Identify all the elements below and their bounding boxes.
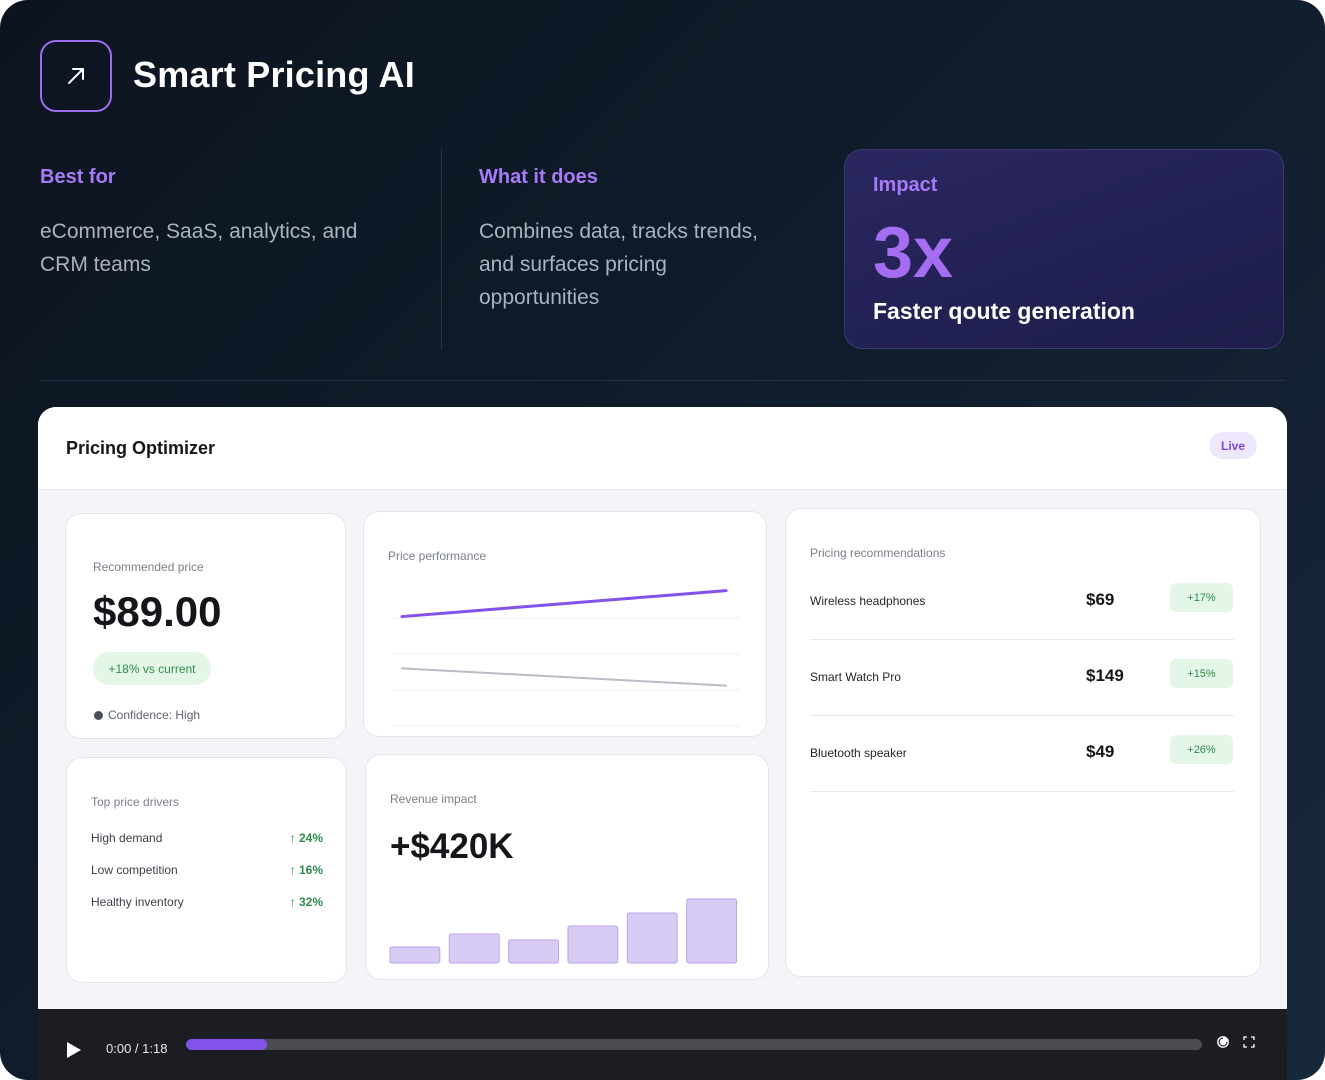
what-it-does-line: and surfaces pricing	[479, 253, 667, 276]
best-for-line: CRM teams	[40, 253, 151, 276]
recommended-price-card: Recommended price $89.00 +18% vs current…	[65, 513, 346, 739]
best-for-section: Best for eCommerce, SaaS, analytics, and…	[40, 166, 410, 281]
app-logo	[40, 40, 112, 112]
driver-name: Low competition	[91, 863, 178, 877]
driver-row: High demand ↑ 24%	[91, 831, 323, 845]
driver-row: Low competition ↑ 16%	[91, 863, 323, 877]
product-name: Bluetooth speaker	[810, 746, 907, 760]
revenue-bar	[389, 946, 441, 964]
price-performance-card: Price performance	[363, 511, 767, 737]
driver-name: Healthy inventory	[91, 895, 184, 909]
confidence-indicator: Confidence: High	[94, 708, 200, 722]
driver-percent: 32%	[298, 895, 323, 909]
arrow-up-icon: ↑	[289, 863, 299, 877]
price-series-line	[401, 667, 727, 687]
what-it-does-section: What it does Combines data, tracks trend…	[479, 166, 809, 314]
price-performance-chart	[392, 589, 740, 727]
confidence-text: Confidence: High	[108, 708, 201, 722]
revenue-impact-card: Revenue impact +$420K	[365, 754, 769, 980]
driver-percent: 16%	[298, 863, 323, 877]
panel-title: Pricing Optimizer	[66, 438, 216, 458]
pricing-recommendations-card: Pricing recommendations Wireless headpho…	[785, 508, 1261, 977]
arrow-up-icon: ↑	[289, 895, 299, 909]
impact-label: Impact	[873, 174, 938, 196]
top-price-drivers-card: Top price drivers High demand ↑ 24% Low …	[66, 757, 347, 983]
arrow-up-icon: ↑	[289, 831, 299, 845]
app-title: Smart Pricing AI	[133, 54, 415, 95]
product-price: $49	[1086, 742, 1115, 761]
live-status-badge: Live	[1209, 432, 1257, 459]
what-it-does-heading: What it does	[479, 166, 598, 188]
impact-value: 3x	[873, 213, 954, 293]
pricing-recommendations-label: Pricing recommendations	[810, 546, 946, 560]
driver-value: ↑ 32%	[290, 895, 323, 909]
price-delta-badge: +18% vs current	[93, 652, 211, 685]
driver-name: High demand	[91, 831, 163, 845]
best-for-line: eCommerce, SaaS, analytics, and	[40, 220, 358, 243]
best-for-text: eCommerce, SaaS, analytics, and CRM team…	[40, 215, 410, 281]
what-it-does-line: Combines data, tracks trends,	[479, 220, 758, 243]
video-time: 0:00 / 1:18	[106, 1041, 168, 1056]
column-divider	[441, 148, 442, 350]
price-series-line	[400, 589, 728, 619]
price-change-badge: +17%	[1170, 583, 1233, 612]
revenue-bar	[626, 912, 678, 964]
recommendation-row[interactable]: Smart Watch Pro $149 +15%	[810, 640, 1234, 716]
play-icon[interactable]	[66, 1041, 82, 1059]
video-progress-bar[interactable]	[186, 1039, 1202, 1050]
section-divider	[40, 380, 1285, 381]
confidence-dot-icon	[94, 710, 103, 720]
price-change-badge: +15%	[1170, 659, 1233, 688]
volume-icon[interactable]	[1217, 1036, 1229, 1048]
revenue-bar	[567, 925, 619, 964]
app-frame: Smart Pricing AI Best for eCommerce, Saa…	[0, 0, 1325, 1080]
impact-caption: Faster qoute generation	[873, 298, 1135, 324]
video-controls: 0:00 / 1:18	[38, 1009, 1287, 1080]
what-it-does-line: opportunities	[479, 286, 600, 309]
pricing-optimizer-panel: Pricing Optimizer Live Recommended price…	[38, 407, 1287, 1080]
fullscreen-icon[interactable]	[1243, 1036, 1255, 1048]
revenue-bar	[508, 939, 560, 964]
best-for-heading: Best for	[40, 166, 116, 188]
driver-percent: 24%	[298, 831, 323, 845]
what-it-does-text: Combines data, tracks trends, and surfac…	[479, 215, 809, 314]
driver-value: ↑ 16%	[290, 863, 323, 877]
product-price: $69	[1086, 590, 1115, 609]
revenue-impact-chart	[389, 898, 738, 964]
driver-value: ↑ 24%	[290, 831, 323, 845]
price-change-badge: +26%	[1170, 735, 1233, 764]
recommended-price-label: Recommended price	[93, 560, 204, 574]
recommended-price-value: $89.00	[93, 588, 222, 635]
product-price: $149	[1086, 666, 1124, 685]
video-progress-fill	[186, 1039, 268, 1050]
impact-card: Impact 3x Faster qoute generation	[844, 149, 1284, 349]
top-price-drivers-label: Top price drivers	[91, 795, 180, 809]
product-name: Smart Watch Pro	[810, 670, 901, 684]
revenue-bar	[448, 933, 500, 964]
arrow-up-right-icon	[68, 68, 84, 84]
panel-header: Pricing Optimizer Live	[38, 407, 1287, 490]
driver-row: Healthy inventory ↑ 32%	[91, 895, 323, 909]
product-name: Wireless headphones	[810, 594, 926, 608]
revenue-bar	[686, 898, 738, 964]
recommendation-row[interactable]: Bluetooth speaker $49 +26%	[810, 716, 1234, 792]
recommendation-row[interactable]: Wireless headphones $69 +17%	[810, 564, 1234, 640]
